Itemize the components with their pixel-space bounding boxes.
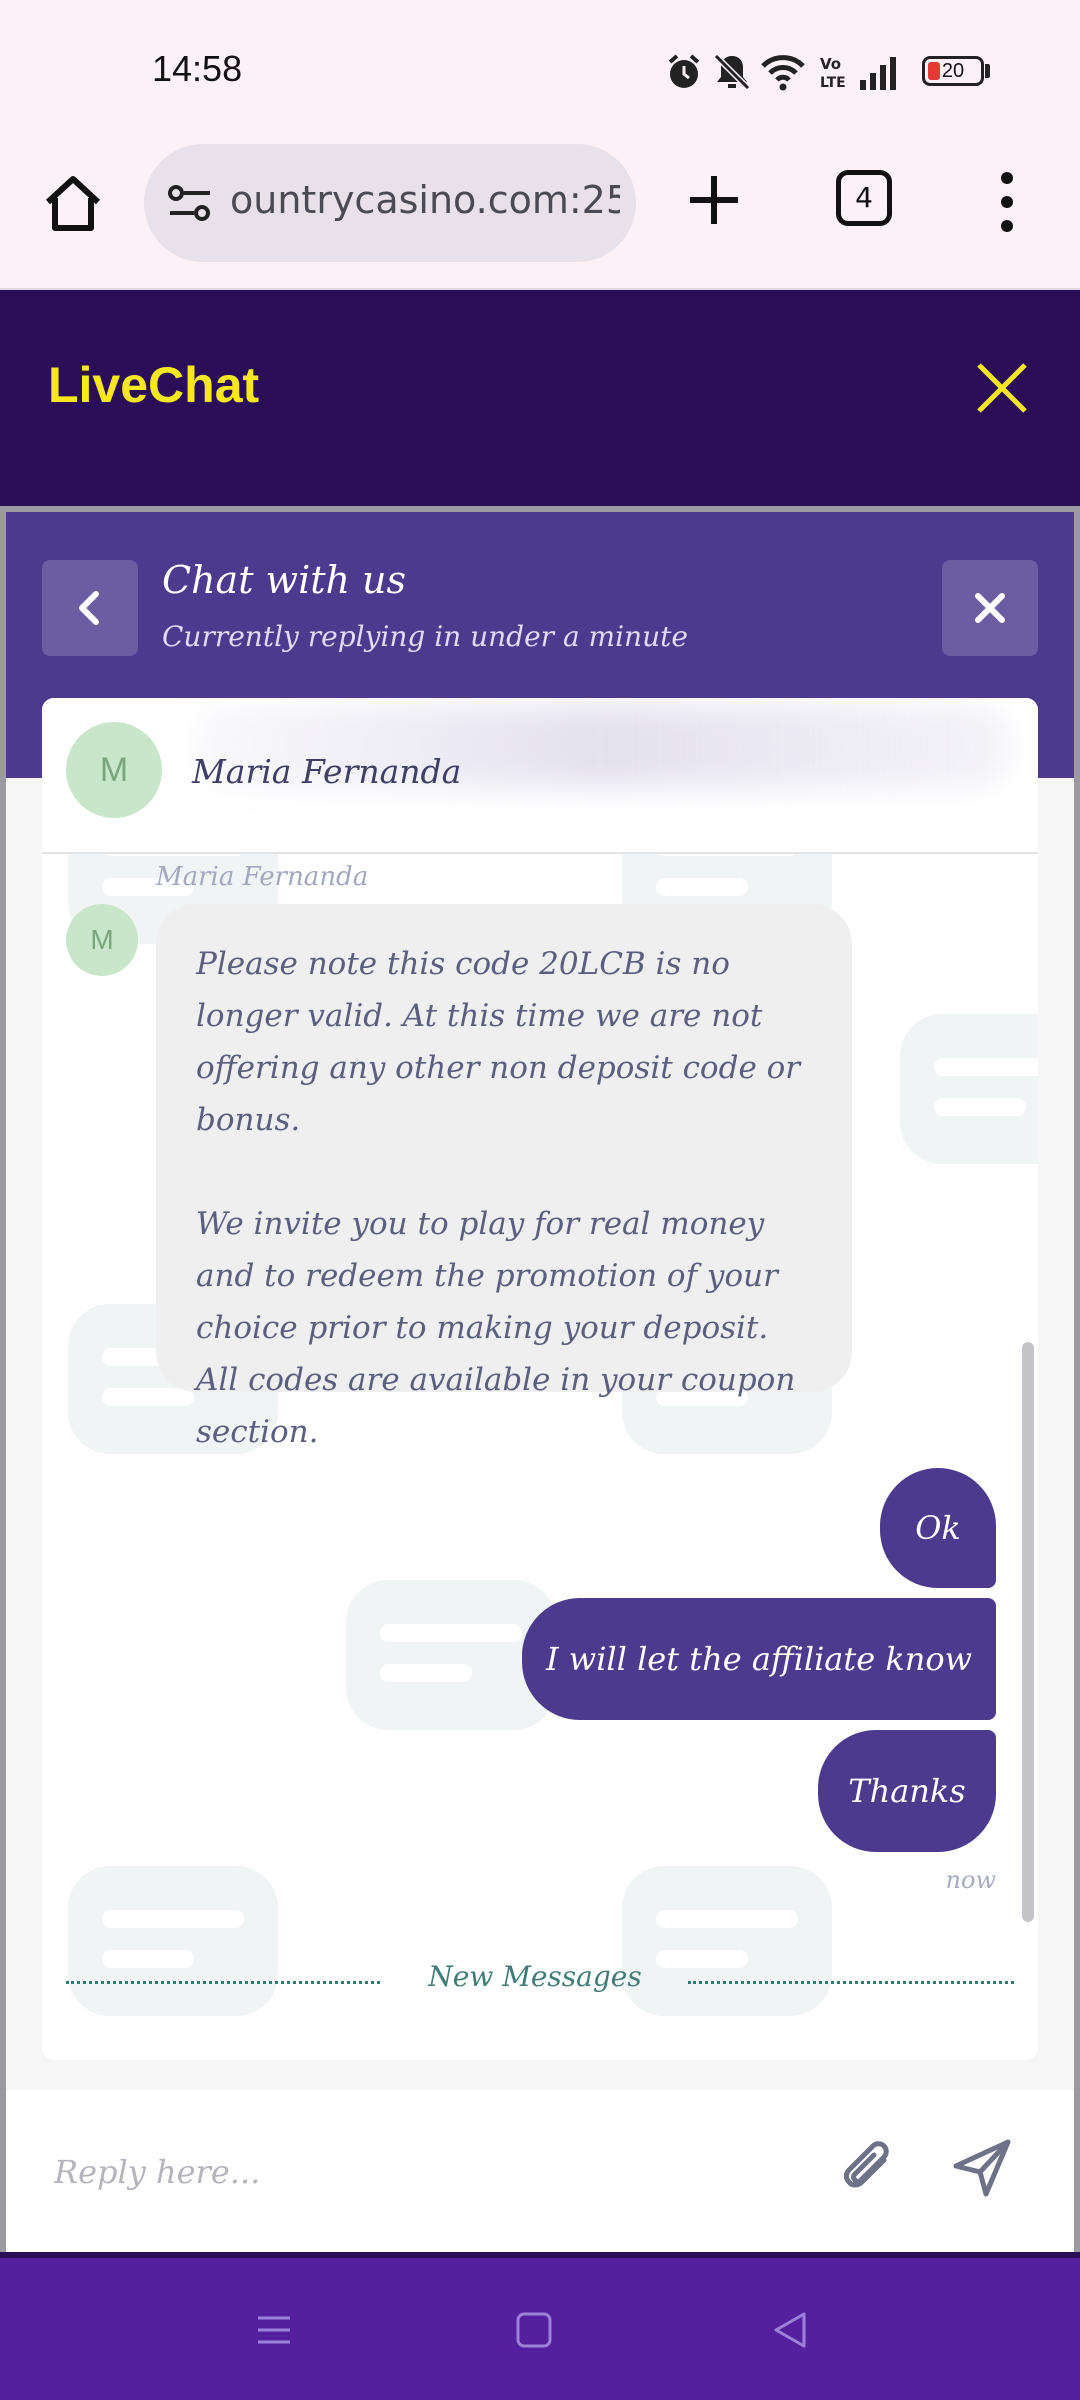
chat-title: Chat with us (162, 558, 407, 602)
recent-apps-icon[interactable] (254, 2310, 294, 2350)
nav-back-icon[interactable] (770, 2310, 810, 2350)
message-list[interactable]: Maria Fernanda M Please note this code 2… (42, 854, 1038, 2060)
nav-home-icon[interactable] (514, 2310, 554, 2350)
battery-tip (985, 64, 990, 78)
reply-input[interactable] (52, 2134, 816, 2210)
background-pattern (622, 1866, 832, 2016)
chevron-left-icon (79, 591, 99, 625)
background-pattern (68, 1866, 278, 2016)
wifi-icon (761, 55, 805, 91)
volte-icon: Vo LTE (820, 55, 846, 91)
more-menu-icon[interactable] (992, 170, 1022, 234)
background-pattern (900, 1014, 1038, 1164)
user-message-bubble: Ok (880, 1468, 996, 1588)
tab-switcher-button[interactable]: 4 (836, 170, 892, 226)
livechat-logo: LiveChat (48, 357, 260, 413)
alarm-icon (668, 54, 700, 88)
send-icon[interactable] (952, 2138, 1012, 2198)
user-message-bubble: I will let the affiliate know (522, 1598, 996, 1720)
conversation-card: M Maria Fernanda Maria Fernanda M Please… (42, 698, 1038, 2060)
message-avatar: M (66, 904, 138, 976)
new-messages-divider-label: New Messages (428, 1960, 642, 1993)
new-messages-divider-line (66, 1981, 380, 1984)
user-message-bubble: Thanks (818, 1730, 996, 1852)
agent-name: Maria Fernanda (192, 752, 462, 791)
url-text[interactable]: ountrycasino.com:2572 (230, 178, 620, 222)
chat-subtitle: Currently replying in under a minute (162, 620, 688, 653)
svg-text:LTE: LTE (820, 75, 846, 91)
home-icon[interactable] (40, 170, 106, 236)
paperclip-icon[interactable] (840, 2138, 900, 2204)
battery-level: 20 (941, 60, 965, 82)
mute-icon (713, 53, 751, 91)
message-text: Please note this code 20LCB is no longer… (196, 946, 801, 1138)
close-icon[interactable] (974, 360, 1030, 416)
svg-text:Vo: Vo (820, 55, 841, 73)
agent-avatar: M (66, 722, 162, 818)
agent-message-bubble: Please note this code 20LCB is no longer… (156, 904, 852, 1450)
close-icon (975, 593, 1005, 623)
status-clock: 14:58 (152, 48, 243, 89)
message-scrollbar[interactable] (1022, 1342, 1034, 1922)
message-sender: Maria Fernanda (156, 862, 369, 892)
back-button[interactable] (42, 560, 138, 656)
message-timestamp: now (945, 1866, 996, 1894)
widget-close-button[interactable] (942, 560, 1038, 656)
site-settings-icon[interactable] (166, 182, 214, 226)
agent-header: M Maria Fernanda (42, 698, 1038, 854)
status-bar: 14:58 Vo LTE 20 (0, 0, 1080, 140)
address-bar[interactable]: ountrycasino.com:2572 (144, 144, 636, 262)
message-text: We invite you to play for real money and… (196, 1206, 796, 1450)
battery-icon: 20 (922, 56, 984, 86)
signal-icon (860, 57, 896, 90)
livechat-header: LiveChat (0, 290, 1080, 506)
message-composer (6, 2090, 1074, 2252)
chat-widget: Chat with us Currently replying in under… (6, 512, 1074, 2252)
browser-toolbar: ountrycasino.com:2572 4 (0, 140, 1080, 290)
new-tab-icon[interactable] (684, 170, 744, 230)
new-messages-divider-line (688, 1981, 1014, 1984)
